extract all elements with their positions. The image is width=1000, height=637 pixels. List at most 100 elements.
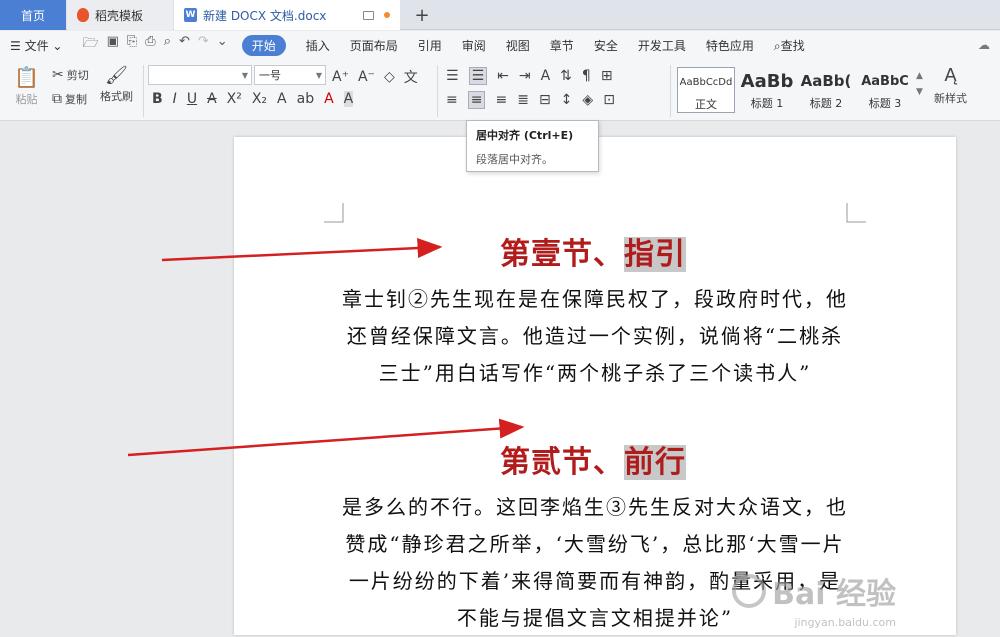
cloud-icon[interactable]: ☁ bbox=[978, 38, 990, 52]
file-menu[interactable]: ☰ 文件 ⌄ bbox=[10, 37, 62, 54]
quick-access-toolbar: 🗁 ▣ ⎘ ⎙ ⌕ ↶ ↷ ⌄ bbox=[82, 34, 227, 56]
strikethrough-icon[interactable]: A bbox=[207, 91, 217, 107]
line-spacing-icon[interactable]: ↕ bbox=[561, 92, 573, 108]
style-heading-3[interactable]: AaBbC 标题 3 bbox=[856, 67, 914, 113]
tab-developer[interactable]: 开发工具 bbox=[638, 37, 686, 54]
italic-icon[interactable]: I bbox=[173, 91, 177, 107]
tab-docer-templates[interactable]: 稻壳模板 bbox=[67, 0, 173, 30]
tab-document-label: 新建 DOCX 文档.docx bbox=[203, 8, 327, 23]
unsaved-dot-icon[interactable] bbox=[384, 12, 390, 18]
decrease-indent-icon[interactable]: ⇤ bbox=[497, 68, 509, 84]
scissors-icon: ✂ bbox=[52, 67, 64, 83]
tab-security[interactable]: 安全 bbox=[594, 37, 618, 54]
watermark-text: Bai 经验 bbox=[772, 577, 896, 612]
new-style-icon: Ą bbox=[944, 65, 957, 86]
highlight-icon[interactable]: ab bbox=[297, 91, 314, 107]
paragraph-2[interactable]: 是多么的不行。这回李焰生③先生反对大众语文，也赞成“静珍君之所举，‘大雪纷飞’，… bbox=[340, 489, 850, 637]
heading-section-2[interactable]: 第贰节、前行 bbox=[500, 437, 686, 481]
increase-indent-icon[interactable]: ⇥ bbox=[519, 68, 531, 84]
align-right-icon[interactable]: ≡ bbox=[495, 92, 507, 108]
monitor-icon[interactable] bbox=[363, 10, 374, 20]
subscript-icon[interactable]: X₂ bbox=[252, 91, 267, 107]
underline-icon[interactable]: U bbox=[187, 91, 197, 107]
tab-document[interactable]: W 新建 DOCX 文档.docx bbox=[174, 0, 400, 30]
phonetic-guide-icon[interactable]: 文 bbox=[404, 67, 418, 87]
save-icon[interactable]: ▣ bbox=[107, 34, 119, 56]
heading-section-1[interactable]: 第壹节、指引 bbox=[500, 229, 686, 273]
watermark: Bai 经验 jingyan.baidu.com bbox=[732, 569, 896, 629]
new-style-button[interactable]: Ą 新样式 bbox=[934, 65, 967, 106]
tab-home-label: 首页 bbox=[20, 8, 45, 23]
style-heading-2[interactable]: AaBb( 标题 2 bbox=[797, 67, 855, 113]
tab-review[interactable]: 审阅 bbox=[462, 37, 486, 54]
customize-dropdown-icon[interactable]: ⌄ bbox=[217, 34, 228, 56]
docer-flame-icon bbox=[77, 8, 89, 22]
tab-page-layout[interactable]: 页面布局 bbox=[350, 37, 398, 54]
copy-button[interactable]: ⧉ 复制 bbox=[52, 91, 87, 107]
shrink-font-icon[interactable]: A⁻ bbox=[358, 69, 375, 85]
tab-docer-label: 稻壳模板 bbox=[95, 8, 144, 23]
print-icon[interactable]: ⎙ bbox=[145, 34, 155, 56]
align-left-icon[interactable]: ≡ bbox=[446, 92, 458, 108]
cut-button[interactable]: ✂ 剪切 bbox=[52, 67, 89, 83]
style-name: 标题 3 bbox=[868, 97, 902, 110]
font-size-select[interactable]: 一号 ▼ bbox=[254, 65, 326, 85]
format-painter-button[interactable]: 🖌 格式刷 bbox=[100, 65, 133, 104]
open-folder-icon[interactable]: 🗁 bbox=[82, 34, 98, 56]
bold-icon[interactable]: B bbox=[152, 91, 163, 107]
chinese-layout-icon[interactable]: A bbox=[541, 68, 551, 84]
tab-section[interactable]: 章节 bbox=[550, 37, 574, 54]
show-marks-icon[interactable]: ¶ bbox=[582, 68, 591, 84]
grow-font-icon[interactable]: A⁺ bbox=[332, 69, 349, 85]
numbered-list-icon[interactable]: ☰ bbox=[468, 67, 488, 85]
tab-insert[interactable]: 插入 bbox=[306, 37, 330, 54]
selected-text: 指引 bbox=[624, 237, 686, 272]
style-preview: AaBbC bbox=[861, 73, 909, 89]
chevron-down-icon: ▼ bbox=[241, 70, 248, 80]
style-name: 标题 2 bbox=[809, 97, 843, 110]
tab-bar: 首页 稻壳模板 W 新建 DOCX 文档.docx + bbox=[0, 0, 1000, 30]
tab-special-apps[interactable]: 特色应用 bbox=[706, 37, 754, 54]
tab-home[interactable]: 首页 bbox=[0, 0, 66, 30]
align-center-icon[interactable]: ≡ bbox=[467, 91, 486, 109]
style-gallery-scroll[interactable]: ▲ ▼ bbox=[916, 71, 923, 97]
paragraph-1[interactable]: 章士钊②先生现在是在保障民权了，段政府时代，他还曾经保障文言。他造过一个实例，说… bbox=[340, 281, 850, 392]
print-preview-icon[interactable]: ⌕ bbox=[164, 34, 171, 56]
style-preview: AaBb bbox=[740, 70, 794, 92]
new-style-label: 新样式 bbox=[934, 92, 967, 105]
distributed-icon[interactable]: ⊟ bbox=[539, 92, 551, 108]
document-page[interactable]: 第壹节、指引 章士钊②先生现在是在保障民权了，段政府时代，他还曾经保障文言。他造… bbox=[234, 137, 956, 635]
font-color-icon[interactable]: A bbox=[324, 91, 334, 107]
font-name-select[interactable]: ▼ bbox=[148, 65, 252, 85]
paste-button[interactable]: 📋 粘贴 bbox=[14, 65, 39, 107]
paste-icon: 📋 bbox=[14, 65, 39, 89]
char-shading-icon[interactable]: A bbox=[343, 91, 354, 107]
undo-icon[interactable]: ↶ bbox=[179, 34, 190, 56]
search-label: 查找 bbox=[780, 38, 805, 53]
bullet-list-icon[interactable]: ☰ bbox=[446, 68, 459, 84]
tab-view[interactable]: 视图 bbox=[506, 37, 530, 54]
text-effect-icon[interactable]: A bbox=[277, 91, 287, 107]
redo-icon[interactable]: ↷ bbox=[198, 34, 209, 56]
export-pdf-icon[interactable]: ⎘ bbox=[127, 34, 137, 56]
table-grid-icon[interactable]: ⊞ bbox=[601, 68, 613, 84]
file-menu-label: 文件 bbox=[24, 38, 49, 53]
superscript-icon[interactable]: X² bbox=[227, 91, 242, 107]
style-name: 正文 bbox=[695, 98, 717, 111]
style-heading-1[interactable]: AaBb 标题 1 bbox=[738, 67, 796, 113]
sort-icon[interactable]: ⇅ bbox=[560, 68, 572, 84]
borders-icon[interactable]: ⊡ bbox=[603, 92, 615, 108]
ribbon-start: 📋 粘贴 ✂ 剪切 ⧉ 复制 🖌 格式刷 ▼ 一号 ▼ A⁺ A⁻ ◇ 文 B I U… bbox=[0, 59, 1000, 121]
tooltip-description: 段落居中对齐。 bbox=[476, 153, 553, 166]
chevron-up-icon: ▲ bbox=[916, 71, 923, 81]
paste-label: 粘贴 bbox=[15, 93, 38, 106]
new-tab-button[interactable]: + bbox=[410, 0, 434, 30]
search-command[interactable]: ⌕查找 bbox=[774, 37, 805, 54]
shading-icon[interactable]: ◈ bbox=[582, 92, 593, 108]
tab-start[interactable]: 开始 bbox=[241, 34, 286, 56]
justify-icon[interactable]: ≣ bbox=[517, 92, 529, 108]
separator bbox=[143, 65, 144, 117]
tab-references[interactable]: 引用 bbox=[418, 37, 442, 54]
style-normal[interactable]: AaBbCcDd 正文 bbox=[677, 67, 735, 113]
clear-format-icon[interactable]: ◇ bbox=[384, 69, 395, 85]
